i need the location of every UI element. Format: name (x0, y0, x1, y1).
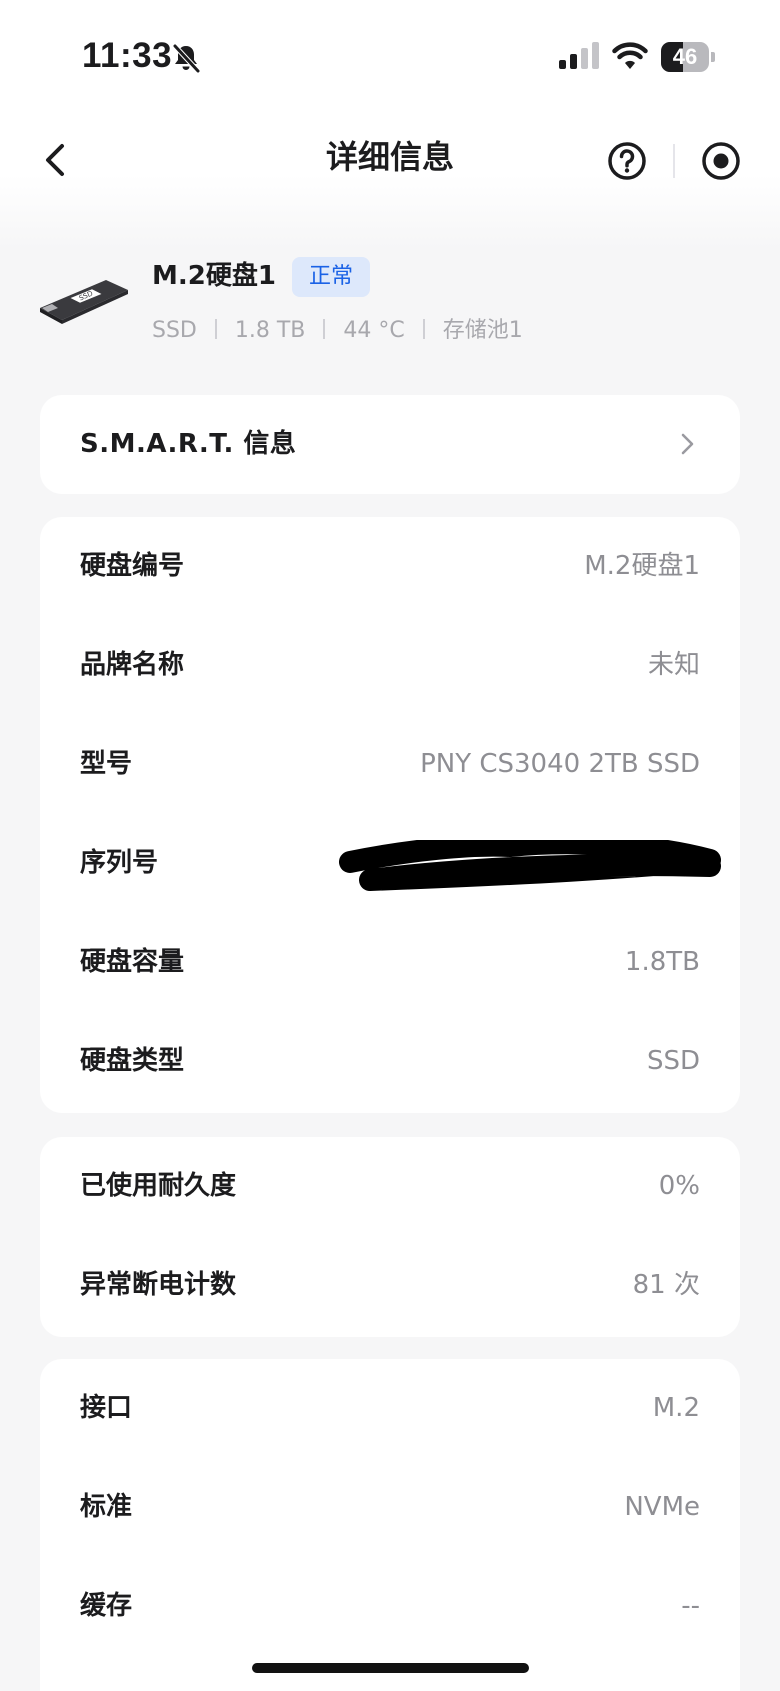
interface-value: -- (681, 1591, 700, 1621)
info-label: 硬盘类型 (80, 1046, 185, 1076)
wifi-icon (612, 42, 648, 69)
health-value: 0% (658, 1171, 700, 1201)
battery-percentage: 46 (672, 44, 698, 69)
interface-row-port: 接口 M.2 (40, 1359, 740, 1458)
navigation-bar: 详细信息 (0, 118, 780, 202)
record-icon[interactable] (700, 140, 742, 182)
disk-temperature: 44 °C (343, 318, 405, 343)
info-label: 硬盘容量 (80, 947, 185, 977)
home-indicator[interactable] (252, 1663, 529, 1673)
info-value: M.2硬盘1 (584, 551, 700, 581)
interface-row-standard: 标准 NVMe (40, 1458, 740, 1557)
disk-name: M.2硬盘1 (152, 261, 276, 291)
health-card: 已使用耐久度 0% 异常断电计数 81 次 (40, 1137, 740, 1337)
battery-icon: 46 (661, 42, 715, 72)
chevron-right-icon (681, 433, 694, 455)
health-label: 已使用耐久度 (80, 1171, 237, 1201)
info-value: SSD (646, 1046, 700, 1076)
status-bar: 11:33 46 (0, 0, 780, 110)
health-row-power-loss: 异常断电计数 81 次 (40, 1236, 740, 1335)
info-value: PNY CS3040 2TB SSD (420, 749, 700, 779)
disk-capacity: 1.8 TB (234, 318, 306, 343)
info-row-disk-id: 硬盘编号 M.2硬盘1 (40, 517, 740, 616)
status-badge: 正常 (292, 257, 371, 297)
interface-row-cache: 缓存 -- (40, 1557, 740, 1656)
disk-info-card: 硬盘编号 M.2硬盘1 品牌名称 未知 型号 PNY CS3040 2TB SS… (40, 517, 740, 1113)
info-label: 序列号 (80, 848, 159, 878)
help-icon[interactable] (606, 140, 648, 182)
interface-label: 缓存 (80, 1591, 133, 1621)
page-title: 详细信息 (325, 138, 454, 176)
disk-summary: SSD M.2硬盘1 正常 SSD 1.8 TB 44 °C 存储池1 (0, 250, 780, 360)
disk-meta: SSD 1.8 TB 44 °C 存储池1 (152, 312, 523, 344)
info-row-serial: 序列号 PNY0...F (40, 814, 740, 913)
info-row-type: 硬盘类型 SSD (40, 1012, 740, 1111)
info-label: 硬盘编号 (80, 551, 185, 581)
nav-divider (673, 144, 675, 178)
info-label: 型号 (80, 749, 133, 779)
info-row-model: 型号 PNY CS3040 2TB SSD (40, 715, 740, 814)
meta-separator (214, 319, 217, 339)
info-label: 品牌名称 (80, 650, 185, 680)
interface-card: 接口 M.2 标准 NVMe 缓存 -- (40, 1359, 740, 1691)
info-value: 未知 (647, 650, 700, 680)
info-row-capacity: 硬盘容量 1.8TB (40, 913, 740, 1012)
smart-info-row[interactable]: S.M.A.R.T. 信息 (40, 395, 740, 494)
cellular-signal-icon (559, 42, 599, 69)
health-label: 异常断电计数 (80, 1270, 237, 1300)
interface-value: M.2 (652, 1393, 700, 1423)
bell-muted-icon (173, 44, 200, 73)
smart-info-label: S.M.A.R.T. 信息 (80, 429, 297, 459)
health-value: 81 次 (632, 1270, 700, 1300)
status-time: 11:33 (82, 36, 173, 75)
redaction-scribble (339, 840, 721, 891)
ssd-drive-icon: SSD (40, 280, 128, 324)
interface-label: 接口 (80, 1393, 133, 1423)
info-value: 1.8TB (624, 947, 700, 977)
meta-separator (323, 319, 326, 339)
disk-pool: 存储池1 (442, 318, 523, 343)
disk-type: SSD (152, 318, 197, 343)
interface-value: NVMe (624, 1492, 700, 1522)
interface-label: 标准 (80, 1492, 133, 1522)
health-row-endurance: 已使用耐久度 0% (40, 1137, 740, 1236)
meta-separator (422, 319, 425, 339)
info-row-brand: 品牌名称 未知 (40, 616, 740, 715)
